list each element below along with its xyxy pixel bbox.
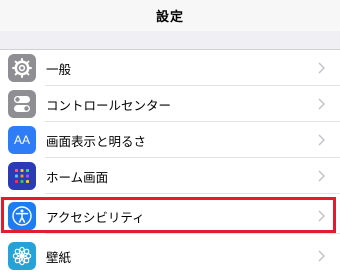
page-title: 設定 [155, 10, 184, 25]
chevron-right-icon [318, 134, 325, 146]
chevron-right-icon [318, 210, 325, 222]
chevron-right-icon [318, 170, 325, 182]
settings-item-label: コントロールセンター [46, 97, 172, 113]
text-size-icon: AA [8, 126, 36, 154]
settings-item-general[interactable]: 一般 [0, 50, 340, 86]
settings-item-label: 壁紙 [46, 249, 72, 265]
wallpaper-flower-icon [8, 242, 36, 270]
gear-icon [8, 54, 36, 82]
settings-item-display-brightness[interactable]: AA 画面表示と明るさ [0, 122, 340, 158]
settings-item-label: 画面表示と明るさ [46, 133, 147, 149]
nav-bar: 設定 [0, 0, 340, 31]
home-grid-icon [8, 162, 36, 190]
settings-item-control-center[interactable]: コントロールセンター [0, 86, 340, 122]
chevron-right-icon [318, 98, 325, 110]
settings-list: 一般 コントロールセンター AA 画面表示と明るさ ホーム画面 アクセシビリティ… [0, 49, 340, 279]
settings-item-label: 一般 [46, 61, 72, 77]
settings-item-accessibility[interactable]: アクセシビリティ [0, 198, 340, 234]
settings-item-wallpaper[interactable]: 壁紙 [0, 238, 340, 274]
settings-item-label: アクセシビリティ [46, 209, 145, 225]
accessibility-icon [8, 202, 36, 230]
divider [45, 193, 340, 194]
chevron-right-icon [318, 250, 325, 262]
chevron-right-icon [318, 62, 325, 74]
text-size-glyph: AA [13, 133, 30, 147]
toggles-icon [8, 90, 36, 118]
settings-item-label: ホーム画面 [46, 169, 109, 185]
settings-item-home-screen[interactable]: ホーム画面 [0, 158, 340, 194]
divider [45, 233, 340, 234]
